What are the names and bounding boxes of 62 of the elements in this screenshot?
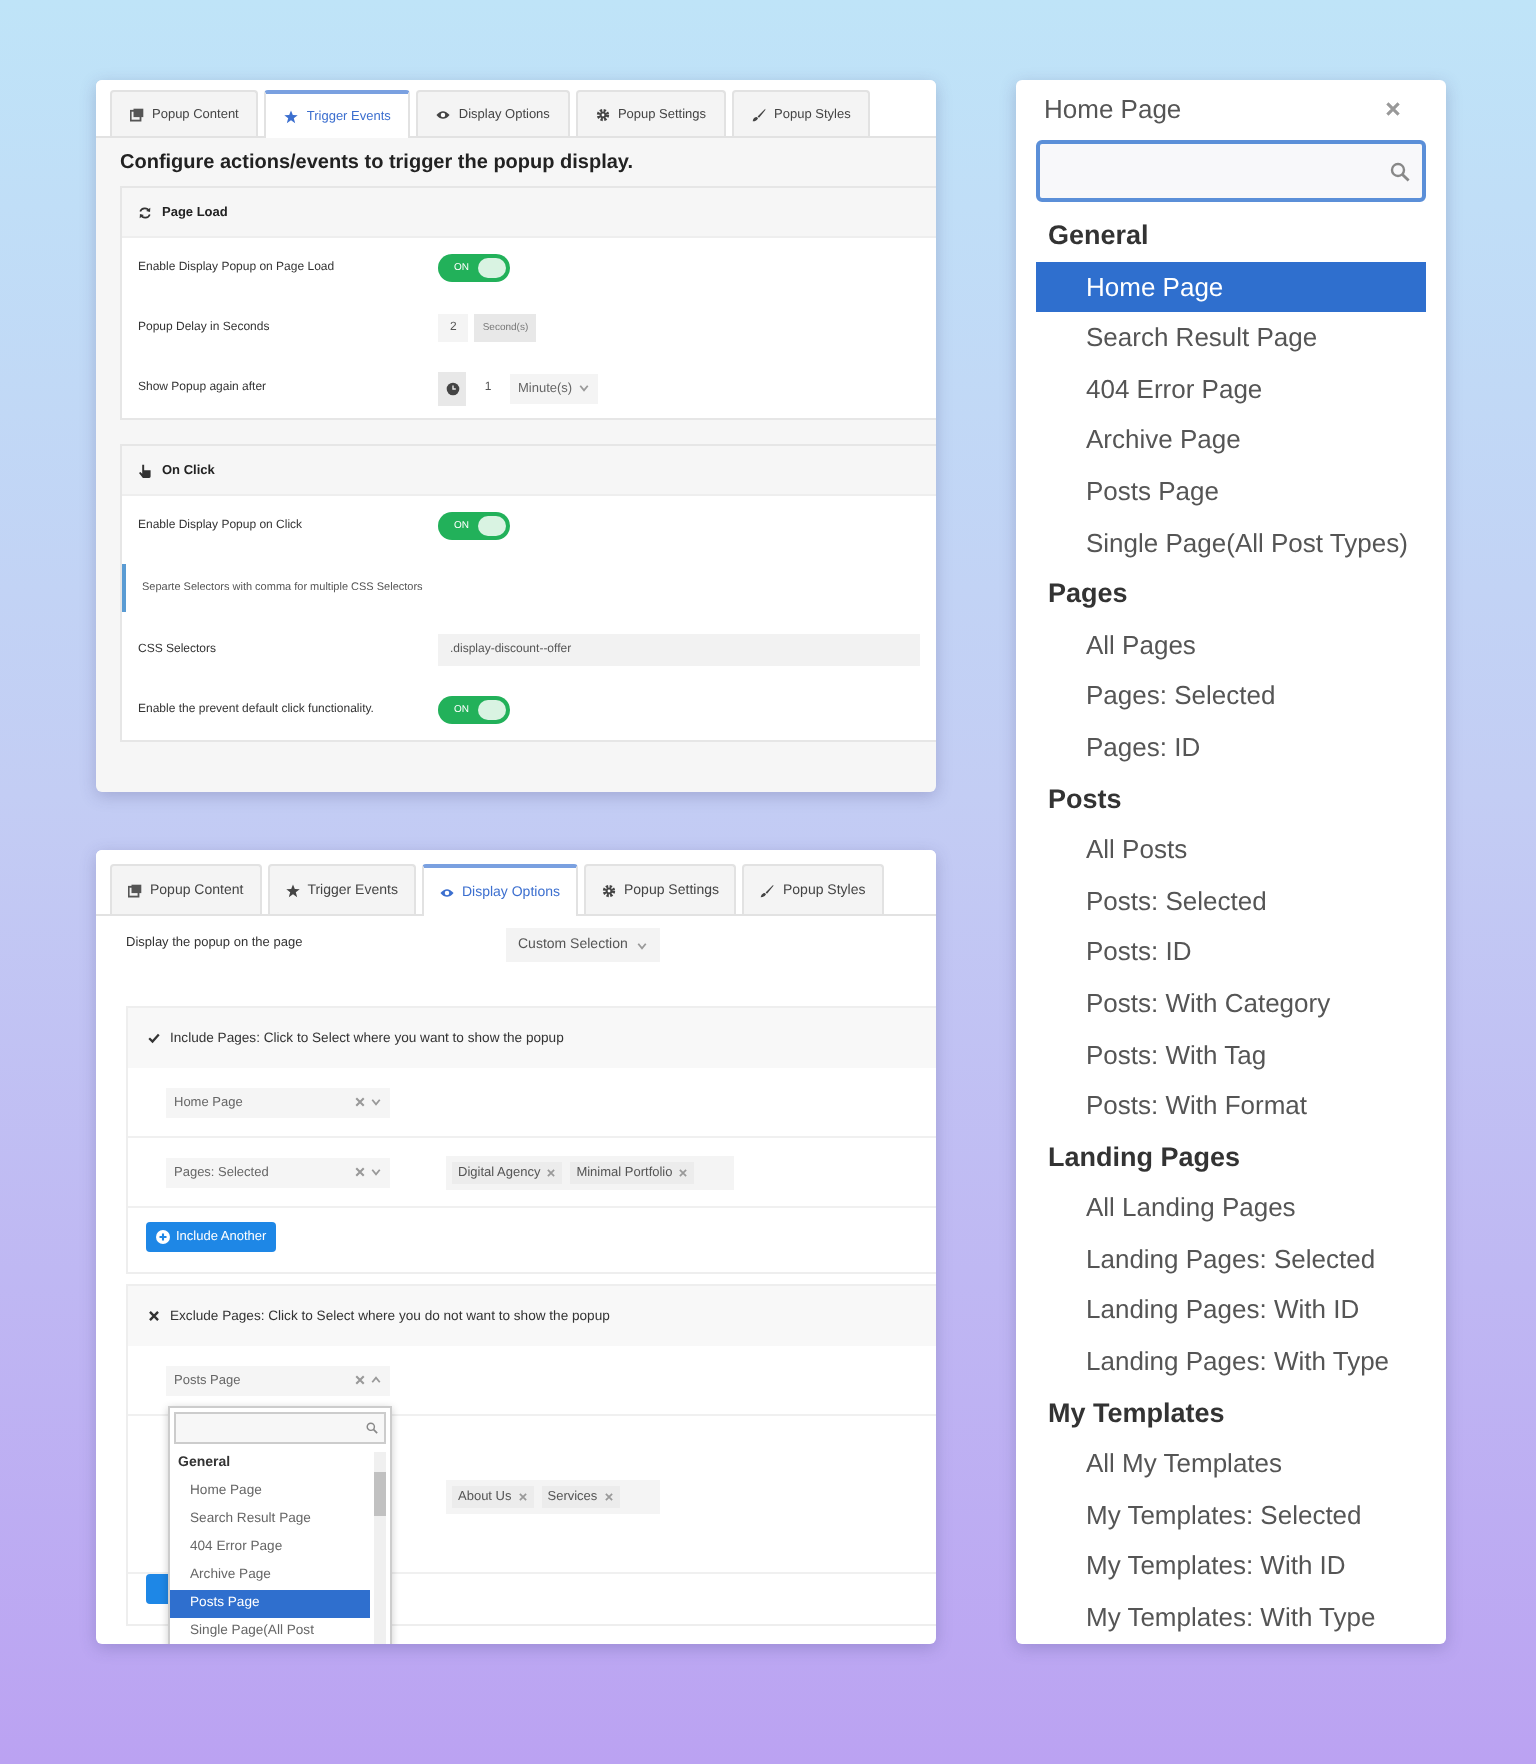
refresh-icon: [138, 205, 152, 219]
search-field[interactable]: [174, 1412, 386, 1444]
window-icon: [130, 107, 144, 121]
brush-icon: [752, 107, 767, 121]
search-icon: [366, 1422, 378, 1434]
search-field[interactable]: [1036, 140, 1426, 202]
dropdown-option[interactable]: Search Result Page: [1036, 312, 1426, 364]
brush-icon: [760, 883, 775, 897]
dropdown-option[interactable]: All Posts: [1036, 824, 1426, 876]
close-icon: [148, 1310, 160, 1322]
dropdown-option[interactable]: All My Templates: [1036, 1438, 1426, 1490]
clear-icon[interactable]: [354, 1166, 366, 1178]
remove-icon[interactable]: [546, 1167, 557, 1177]
dropdown-option[interactable]: My Templates: With ID: [1036, 1540, 1426, 1593]
eye-icon: [439, 885, 454, 899]
selected-value: Home Page: [1044, 93, 1182, 123]
scrollbar[interactable]: [374, 1452, 386, 1644]
clock-button[interactable]: [438, 371, 466, 405]
option-group-label: Landing Pages: [1046, 1139, 1243, 1176]
dropdown-option[interactable]: Landing Pages: Selected: [1036, 1233, 1426, 1285]
dropdown-option[interactable]: Landing Pages: With ID: [1036, 1284, 1426, 1337]
caret-icon: [578, 382, 591, 394]
option-group-label: Pages: [1046, 576, 1130, 613]
dropdown-option[interactable]: Home Page: [1036, 261, 1426, 313]
dropdown-option[interactable]: My Templates: Selected: [1036, 1489, 1426, 1541]
dropdown-option[interactable]: All Pages: [1036, 619, 1426, 671]
dropdown-option[interactable]: 404 Error Page: [1036, 363, 1426, 415]
check-icon: [148, 1032, 160, 1044]
caret-icon: [635, 939, 648, 951]
dropdown-option[interactable]: Posts Page: [1036, 465, 1426, 518]
star-icon: [285, 883, 300, 897]
dropdown-option[interactable]: Posts: ID: [1036, 926, 1426, 978]
plus-circle-icon: [156, 1230, 170, 1244]
dropdown-option[interactable]: Posts: With Tag: [1036, 1029, 1426, 1081]
option-group-label: General: [1046, 218, 1151, 254]
dropdown-option[interactable]: Posts: Selected: [1036, 875, 1426, 927]
panel-heading: Configure actions/events to trigger the popup display.: [118, 150, 636, 178]
dropdown-option[interactable]: Archive Page: [1036, 414, 1426, 466]
remove-icon[interactable]: [603, 1492, 614, 1502]
remove-icon[interactable]: [517, 1492, 528, 1502]
dropdown-option[interactable]: My Templates: With Type: [1036, 1592, 1426, 1644]
dropdown-option[interactable]: All Landing Pages: [1036, 1182, 1426, 1234]
clear-icon[interactable]: [354, 1374, 366, 1386]
clock-icon: [445, 381, 459, 395]
dropdown-option[interactable]: Pages: ID: [1036, 721, 1426, 774]
option-group-label: My Templates: [1046, 1395, 1227, 1432]
hand-icon: [138, 463, 152, 477]
gear-icon: [595, 107, 610, 121]
dropdown-option[interactable]: Single Page(All Post Types): [1036, 517, 1426, 569]
dropdown-option[interactable]: Landing Pages: With Type: [1036, 1336, 1426, 1388]
option-group-label: Posts: [1046, 781, 1124, 818]
eye-icon: [436, 107, 451, 121]
gear-icon: [602, 883, 616, 897]
search-icon: [1390, 161, 1410, 181]
clear-icon[interactable]: [354, 1096, 366, 1108]
close-icon[interactable]: [1384, 99, 1402, 117]
window-icon: [128, 883, 142, 897]
dropdown-option[interactable]: Posts: With Category: [1036, 977, 1426, 1029]
remove-icon[interactable]: [678, 1167, 689, 1177]
dropdown-option[interactable]: Posts: With Format: [1036, 1080, 1426, 1132]
dropdown-option[interactable]: Pages: Selected: [1036, 670, 1426, 722]
star-icon: [284, 109, 299, 123]
